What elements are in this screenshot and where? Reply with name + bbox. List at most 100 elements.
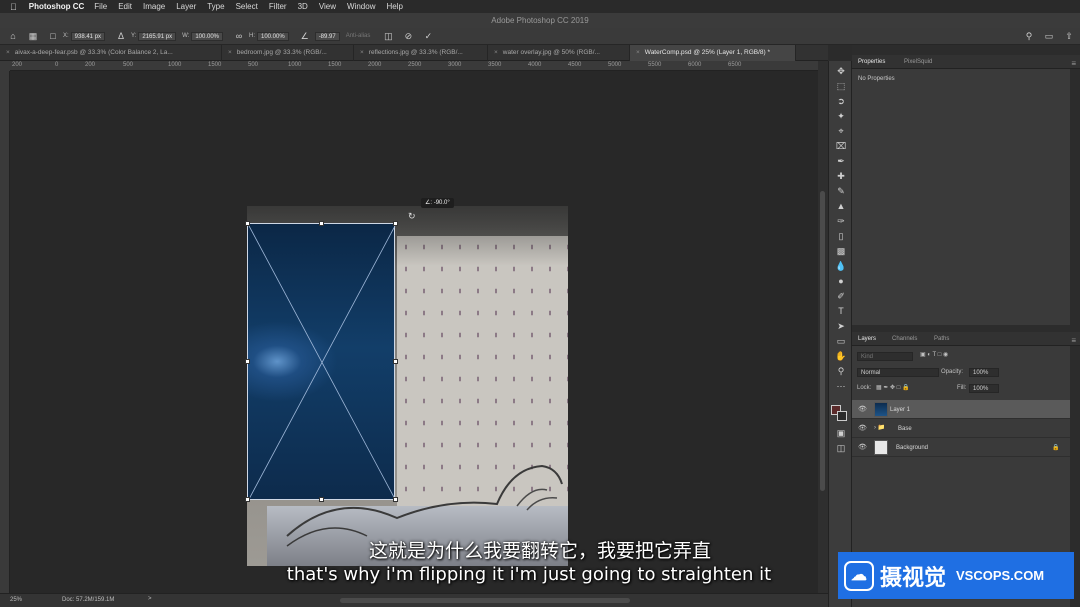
tab-properties[interactable]: Properties [858, 59, 885, 65]
transform-tool-icon[interactable]: ▦ [28, 31, 38, 41]
layer-filter-kind[interactable]: Kind [857, 352, 913, 361]
filter-icons[interactable]: ▣ ◐ T □ ◉ [920, 351, 948, 358]
doc-tab[interactable]: × bedroom.jpg @ 33.3% (RGB/... [222, 45, 354, 61]
visibility-eye-icon[interactable]: 👁 [858, 443, 867, 451]
reference-point-icon[interactable]: □ [48, 31, 58, 41]
vertical-ruler[interactable] [0, 71, 10, 593]
visibility-eye-icon[interactable]: 👁 [858, 424, 867, 432]
transform-handle[interactable] [245, 221, 250, 226]
quick-select-icon[interactable]: ✦ [835, 110, 847, 122]
quick-mask-icon[interactable]: ▣ [835, 427, 847, 439]
tab-channels[interactable]: Channels [892, 336, 917, 342]
blend-mode-select[interactable]: Normal [857, 368, 939, 377]
lasso-tool-icon[interactable]: ➲ [835, 95, 847, 107]
y-field[interactable]: 2165.91 px [138, 31, 177, 41]
history-brush-icon[interactable]: ✑ [835, 215, 847, 227]
marquee-tool-icon[interactable]: ⬚ [835, 80, 847, 92]
menu-edit[interactable]: Edit [118, 2, 132, 11]
lock-icons[interactable]: ▦ ✒ ✥ □ 🔒 [876, 384, 910, 391]
menu-view[interactable]: View [319, 2, 336, 11]
menu-window[interactable]: Window [347, 2, 375, 11]
doc-tab-active[interactable]: × WaterComp.psd @ 25% (Layer 1, RGB/8) * [630, 45, 796, 61]
gradient-tool-icon[interactable]: ▩ [835, 245, 847, 257]
healing-brush-icon[interactable]: ✚ [835, 170, 847, 182]
transform-handle[interactable] [245, 497, 250, 502]
dodge-tool-icon[interactable]: ● [835, 275, 847, 287]
zoom-level[interactable]: 25% [10, 597, 22, 603]
eyedropper-icon[interactable]: ✒ [835, 155, 847, 167]
horizontal-ruler[interactable]: 200 0 200 500 1000 1500 500 1000 1500 20… [10, 61, 818, 71]
warp-icon[interactable]: ◫ [383, 31, 393, 41]
layer-name[interactable]: Layer 1 [890, 407, 910, 413]
eraser-tool-icon[interactable]: ▯ [835, 230, 847, 242]
panel-menu-icon[interactable]: ≡ [1071, 336, 1076, 345]
transform-handle[interactable] [393, 221, 398, 226]
search-icon[interactable]: ⚲ [1024, 31, 1034, 41]
doc-tab[interactable]: × reflections.jpg @ 33.3% (RGB/... [354, 45, 488, 61]
menu-file[interactable]: File [94, 2, 107, 11]
rectangle-tool-icon[interactable]: ▭ [835, 335, 847, 347]
layer-name[interactable]: Background [896, 445, 928, 451]
scroll-thumb[interactable] [820, 191, 825, 491]
menu-filter[interactable]: Filter [269, 2, 287, 11]
commit-transform-icon[interactable]: ✓ [423, 31, 433, 41]
more-tools-icon[interactable]: ⋯ [835, 380, 847, 392]
apple-icon[interactable]:  [10, 2, 17, 12]
close-icon[interactable]: × [228, 49, 232, 56]
panel-menu-icon[interactable]: ≡ [1071, 59, 1076, 68]
document-canvas[interactable]: ∠: -90.0° ↻ [10, 71, 818, 593]
link-icon[interactable]: ∞ [234, 31, 244, 41]
x-field[interactable]: 938.41 px [70, 31, 106, 41]
menu-image[interactable]: Image [143, 2, 165, 11]
pen-tool-icon[interactable]: ✐ [835, 290, 847, 302]
transform-handle[interactable] [319, 497, 324, 502]
horizontal-scroll-thumb[interactable] [340, 598, 630, 603]
doc-tab[interactable]: × aivax-a-deep-fear.psb @ 33.3% (Color Ba… [0, 45, 222, 61]
hand-tool-icon[interactable]: ✋ [835, 350, 847, 362]
transformed-layer[interactable] [247, 223, 396, 501]
layer-row[interactable]: 👁 Layer 1 [852, 400, 1070, 419]
layer-name[interactable]: Base [898, 426, 912, 432]
angle-field[interactable]: -89.97 [314, 31, 340, 41]
close-icon[interactable]: × [360, 49, 364, 56]
close-icon[interactable]: × [494, 49, 498, 56]
menu-select[interactable]: Select [236, 2, 258, 11]
transform-handle[interactable] [319, 221, 324, 226]
cancel-transform-icon[interactable]: ⊘ [403, 31, 413, 41]
background-color-swatch[interactable] [837, 411, 847, 421]
menu-layer[interactable]: Layer [176, 2, 196, 11]
doc-tab[interactable]: × water overlay.jpg @ 50% (RGB/... [488, 45, 630, 61]
crop-tool-icon[interactable]: ⌖ [835, 125, 847, 137]
width-field[interactable]: 100.00% [191, 31, 223, 41]
move-tool-icon[interactable]: ✥ [835, 65, 847, 77]
blur-tool-icon[interactable]: 💧 [835, 260, 847, 272]
screen-mode-icon[interactable]: ◫ [835, 442, 847, 454]
zoom-tool-icon[interactable]: ⚲ [835, 365, 847, 377]
share-icon[interactable]: ⇧ [1064, 31, 1074, 41]
tab-paths[interactable]: Paths [934, 336, 949, 342]
interpolation-label[interactable]: Anti-alias [346, 33, 371, 39]
vertical-scrollbar[interactable] [818, 61, 828, 593]
tab-pixelsquid[interactable]: PixelSquid [904, 59, 932, 65]
layer-row[interactable]: 👁 › 📁 Base [852, 419, 1070, 438]
frame-tool-icon[interactable]: ⌧ [835, 140, 847, 152]
status-menu-arrow[interactable]: > [148, 596, 152, 602]
brush-tool-icon[interactable]: ✎ [835, 185, 847, 197]
fill-field[interactable]: 100% [969, 384, 999, 393]
menu-help[interactable]: Help [386, 2, 402, 11]
tab-layers[interactable]: Layers [858, 336, 876, 342]
type-tool-icon[interactable]: T [835, 305, 847, 317]
transform-handle[interactable] [245, 359, 250, 364]
folder-icon[interactable]: › 📁 [874, 424, 885, 431]
stamp-tool-icon[interactable]: ▲ [835, 200, 847, 212]
menu-type[interactable]: Type [207, 2, 224, 11]
transform-handle[interactable] [393, 359, 398, 364]
close-icon[interactable]: × [636, 49, 640, 56]
layer-row[interactable]: 👁 Background 🔒 [852, 438, 1070, 457]
home-icon[interactable]: ⌂ [8, 31, 18, 41]
visibility-eye-icon[interactable]: 👁 [858, 405, 867, 413]
menu-3d[interactable]: 3D [298, 2, 308, 11]
opacity-field[interactable]: 100% [969, 368, 999, 377]
app-name[interactable]: Photoshop CC [29, 2, 85, 11]
path-select-icon[interactable]: ➤ [835, 320, 847, 332]
